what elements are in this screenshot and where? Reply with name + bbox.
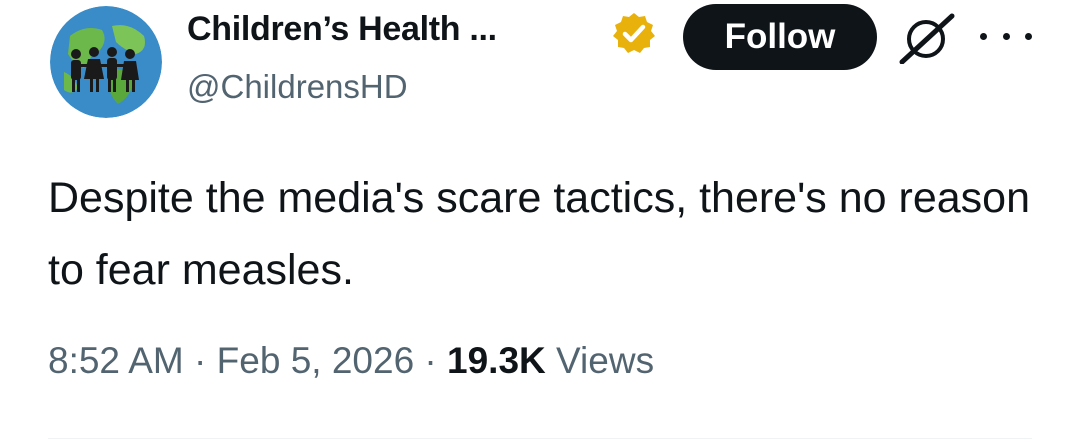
meta-separator: · bbox=[194, 340, 207, 381]
tweet-time[interactable]: 8:52 AM bbox=[48, 340, 184, 381]
verified-badge-icon[interactable] bbox=[610, 10, 658, 58]
avatar[interactable] bbox=[50, 6, 162, 118]
more-options-icon[interactable] bbox=[980, 22, 1032, 50]
grok-icon[interactable] bbox=[896, 12, 960, 65]
globe-children-logo bbox=[50, 6, 162, 118]
tweet-date[interactable]: Feb 5, 2026 bbox=[217, 340, 414, 381]
tweet-text: Despite the media's scare tactics, there… bbox=[48, 174, 1031, 294]
tweet-meta: 8:52 AM · Feb 5, 2026 · 19.3K Views bbox=[48, 340, 654, 382]
display-name[interactable]: Children’s Health ... bbox=[187, 10, 497, 49]
follow-button[interactable]: Follow bbox=[683, 4, 877, 70]
views-count[interactable]: 19.3K bbox=[447, 340, 546, 381]
meta-separator: · bbox=[424, 340, 437, 381]
views-label: Views bbox=[556, 340, 655, 381]
divider bbox=[48, 438, 1032, 439]
handle[interactable]: @ChildrensHD bbox=[187, 68, 408, 106]
